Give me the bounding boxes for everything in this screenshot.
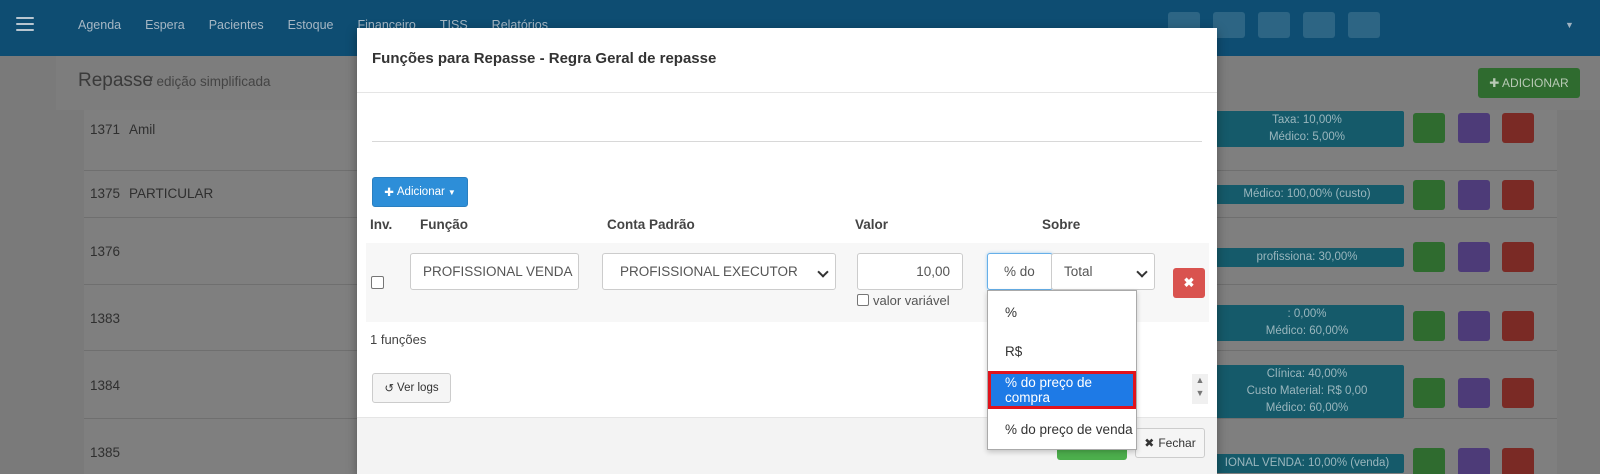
valor-variavel-checkbox[interactable] (857, 294, 869, 306)
right-margin (1557, 110, 1600, 474)
edit-button[interactable] (1413, 311, 1445, 341)
nav-pacientes[interactable]: Pacientes (209, 18, 264, 32)
tipo-select[interactable]: % do (987, 253, 1053, 290)
dropdown-option-percent[interactable]: % (988, 293, 1136, 331)
dropdown-option-preco-compra[interactable]: % do preço de compra (988, 371, 1136, 409)
funcao-input[interactable]: PROFISSIONAL VENDA (410, 253, 579, 290)
copy-button[interactable] (1458, 378, 1490, 408)
copy-button[interactable] (1458, 113, 1490, 143)
breadcrumb: / edição simplificada (149, 74, 271, 89)
copy-button[interactable] (1458, 242, 1490, 272)
bell-icon[interactable] (1303, 12, 1335, 38)
copy-button[interactable] (1458, 311, 1490, 341)
page-title: Repasse (78, 70, 153, 91)
inbox-icon[interactable] (1213, 12, 1245, 38)
inv-checkbox[interactable] (371, 276, 384, 289)
card-icon[interactable] (1258, 12, 1290, 38)
row-badge: Clínica: 40,00% Custo Material: R$ 0,00 Mé… (1210, 365, 1404, 418)
view-logs-label: Ver logs (397, 382, 439, 394)
delete-button[interactable] (1502, 311, 1534, 341)
header-inv: Inv. (370, 217, 393, 232)
delete-button[interactable] (1502, 113, 1534, 143)
valor-input[interactable]: 10,00 (857, 253, 963, 290)
nav-estoque[interactable]: Estoque (288, 18, 334, 32)
header-funcao: Função (420, 217, 469, 232)
modal-header-divider (357, 92, 1217, 93)
close-icon: ✖ (1144, 436, 1155, 450)
add-function-label: Adicionar (396, 186, 445, 198)
header-sobre: Sobre (1042, 217, 1081, 232)
row-badge: profissiona: 30,00% (1210, 248, 1404, 267)
chevron-down-icon (1136, 266, 1148, 278)
edit-button[interactable] (1413, 242, 1445, 272)
row-name: Amil (129, 122, 156, 137)
row-id: 1375 (90, 186, 121, 201)
conta-value: PROFISSIONAL EXECUTOR (620, 264, 798, 279)
dropdown-option-reais[interactable]: R$ (988, 332, 1136, 370)
plus-icon: ✚ (384, 187, 394, 199)
row-badge: : 0,00% Médico: 60,00% (1210, 305, 1404, 341)
row-badge: Médico: 100,00% (custo) (1210, 185, 1404, 204)
tipo-value: % do (1004, 264, 1035, 279)
modal-title: Funções para Repasse - Regra Geral de re… (372, 50, 717, 67)
menu-icon[interactable] (16, 17, 34, 35)
row-id: 1371 (90, 122, 121, 137)
row-id: 1376 (90, 244, 121, 259)
edit-button[interactable] (1413, 180, 1445, 210)
dropdown-option-preco-venda[interactable]: % do preço de venda (988, 410, 1136, 448)
row-id: 1384 (90, 378, 121, 393)
close-label: Fechar (1158, 436, 1196, 450)
row-id: 1385 (90, 445, 121, 460)
left-margin (0, 56, 84, 474)
close-button[interactable]: ✖ Fechar (1135, 428, 1205, 458)
copy-button[interactable] (1458, 448, 1490, 474)
close-icon: ✖ (1183, 275, 1195, 290)
valor-variavel-label: valor variável (873, 293, 950, 308)
delete-button[interactable] (1502, 378, 1534, 408)
add-function-button[interactable]: ✚ Adicionar ▼ (372, 177, 468, 207)
sobre-select[interactable]: Total (1051, 253, 1155, 290)
row-name: PARTICULAR (129, 186, 214, 201)
remove-function-button[interactable]: ✖ (1173, 268, 1205, 298)
history-icon: ↺ (384, 383, 395, 395)
conta-select[interactable]: PROFISSIONAL EXECUTOR (602, 253, 836, 290)
edit-button[interactable] (1413, 448, 1445, 474)
scroll-spinner[interactable]: ▲ ▼ (1192, 374, 1208, 404)
delete-button[interactable] (1502, 242, 1534, 272)
chevron-down-icon (817, 266, 829, 278)
chevron-down-icon: ▼ (447, 187, 456, 197)
header-conta: Conta Padrão (607, 217, 695, 232)
row-badge: Taxa: 10,00% Médico: 5,00% (1210, 111, 1404, 147)
row-badge: IONAL VENDA: 10,00% (venda) (1210, 454, 1404, 473)
copy-button[interactable] (1458, 180, 1490, 210)
sobre-value: Total (1064, 264, 1093, 279)
row-id: 1383 (90, 311, 121, 326)
delete-button[interactable] (1502, 180, 1534, 210)
edit-button[interactable] (1413, 113, 1445, 143)
view-logs-button[interactable]: ↺ Ver logs (372, 373, 451, 403)
user-caret-icon[interactable]: ▼ (1565, 20, 1574, 30)
nav-espera[interactable]: Espera (145, 18, 185, 32)
header-valor: Valor (855, 217, 889, 232)
add-rule-button[interactable]: ✚ ADICIONAR (1478, 68, 1580, 98)
nav-agenda[interactable]: Agenda (78, 18, 121, 32)
edit-button[interactable] (1413, 378, 1445, 408)
tipo-dropdown-list: % R$ % do preço de compra % do preço de … (987, 290, 1137, 450)
modal-divider (372, 141, 1202, 142)
function-count: 1 funções (370, 332, 427, 347)
chat-icon[interactable] (1348, 12, 1380, 38)
delete-button[interactable] (1502, 448, 1534, 474)
